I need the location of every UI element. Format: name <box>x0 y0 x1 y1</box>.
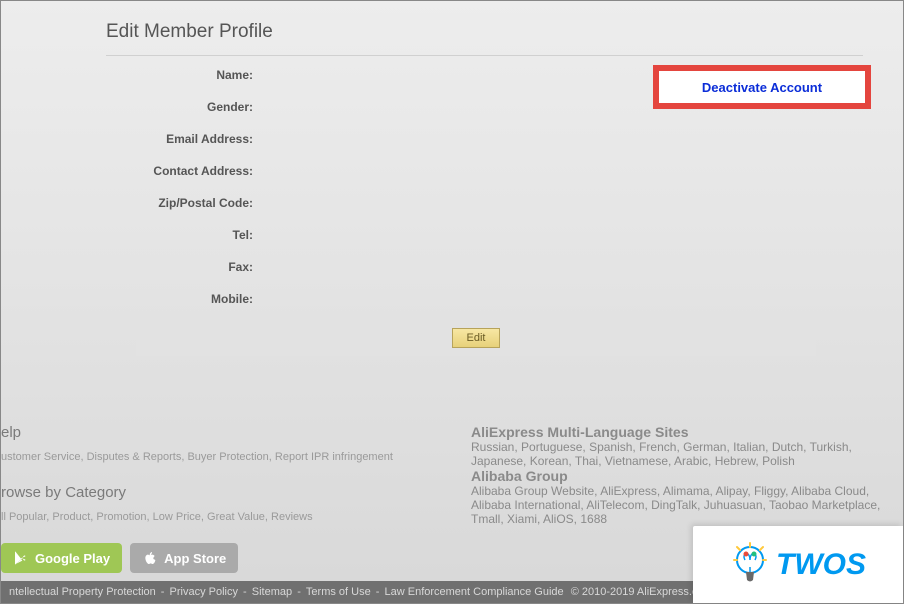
label-fax: Fax: <box>106 260 261 274</box>
label-email: Email Address: <box>106 132 261 146</box>
app-buttons: Google Play App Store <box>1 543 471 573</box>
footer-group-links[interactable]: Alibaba Group Website, AliExpress, Alima… <box>471 484 901 526</box>
label-gender: Gender: <box>106 100 261 114</box>
label-contact: Contact Address: <box>106 164 261 178</box>
twos-logo-badge: TWOS <box>693 526 903 603</box>
bottom-privacy[interactable]: Privacy Policy <box>170 586 238 598</box>
twos-logo-text: TWOS <box>776 548 866 582</box>
label-mobile: Mobile: <box>106 292 261 306</box>
footer-browse-title: rowse by Category <box>1 484 471 501</box>
lightbulb-icon <box>730 540 770 590</box>
footer-lang-links[interactable]: Russian, Portuguese, Spanish, French, Ge… <box>471 440 901 468</box>
footer-help-links[interactable]: ustomer Service, Disputes & Reports, Buy… <box>1 449 471 466</box>
label-tel: Tel: <box>106 228 261 242</box>
edit-button[interactable]: Edit <box>452 328 501 348</box>
profile-form-area: Edit Member Profile Name: Gender: Email … <box>1 1 903 356</box>
footer-help-title: elp <box>1 424 471 441</box>
apple-icon <box>142 550 158 566</box>
google-play-button[interactable]: Google Play <box>1 543 122 573</box>
deactivate-account-box: Deactivate Account <box>653 65 871 109</box>
form-row-fax: Fax: <box>106 256 863 278</box>
edit-bar: Edit <box>136 320 816 356</box>
footer-col-left: elp ustomer Service, Disputes & Reports,… <box>1 424 471 573</box>
footer-browse-links[interactable]: ll Popular, Product, Promotion, Low Pric… <box>1 509 471 526</box>
bottom-law[interactable]: Law Enforcement Compliance Guide <box>385 586 564 598</box>
form-row-contact: Contact Address: <box>106 160 863 182</box>
form-row-email: Email Address: <box>106 128 863 150</box>
label-name: Name: <box>106 68 261 82</box>
form-row-zip: Zip/Postal Code: <box>106 192 863 214</box>
footer-group-title: Alibaba Group <box>471 468 901 484</box>
label-zip: Zip/Postal Code: <box>106 196 261 210</box>
google-play-icon <box>13 550 29 566</box>
google-play-label: Google Play <box>35 551 110 566</box>
footer-lang-title: AliExpress Multi-Language Sites <box>471 424 901 440</box>
app-store-label: App Store <box>164 551 226 566</box>
form-row-mobile: Mobile: <box>106 288 863 310</box>
bottom-ip[interactable]: ntellectual Property Protection <box>9 586 156 598</box>
page-title: Edit Member Profile <box>106 21 863 43</box>
form-row-tel: Tel: <box>106 224 863 246</box>
divider <box>106 55 863 56</box>
deactivate-account-link[interactable]: Deactivate Account <box>702 80 822 95</box>
bottom-terms[interactable]: Terms of Use <box>306 586 371 598</box>
bottom-sitemap[interactable]: Sitemap <box>252 586 292 598</box>
app-store-button[interactable]: App Store <box>130 543 238 573</box>
